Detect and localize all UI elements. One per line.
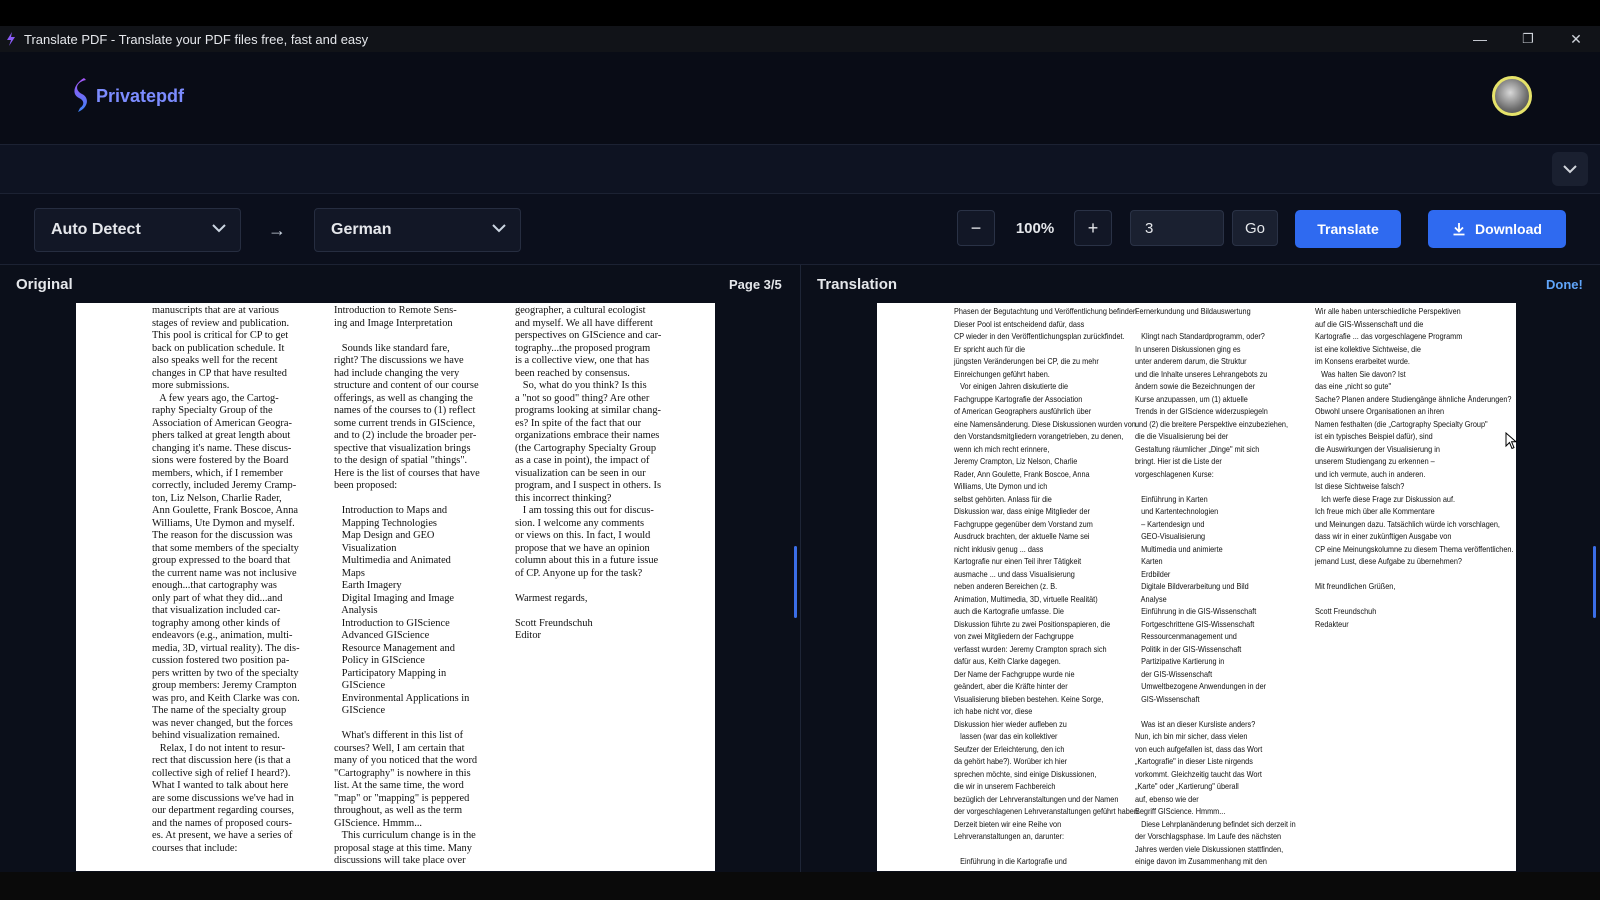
page-number-input[interactable] [1130,210,1224,246]
brand-name: Privatepdf [96,85,185,106]
original-document-page[interactable]: manuscripts that are at various stages o… [76,303,715,871]
close-button[interactable]: ✕ [1552,26,1600,52]
app-header: Privatepdf [0,52,1600,145]
translation-column-3: Wir alle haben unterschiedliche Perspekt… [1315,306,1516,629]
original-column-1: manuscripts that are at various stages o… [152,305,300,854]
options-band [0,145,1600,194]
translation-column-2: Fernerkundung und Bildauswertung Klingt … [1135,306,1296,866]
zoom-out-button[interactable]: − [957,210,995,246]
download-icon [1453,223,1465,236]
go-button[interactable]: Go [1232,210,1278,246]
zoom-level: 100% [1015,219,1055,237]
translation-document-page[interactable]: Phasen der Begutachtung und Veröffentlic… [877,303,1516,871]
minimize-button[interactable]: — [1456,26,1504,52]
brand-logo[interactable]: Privatepdf [72,78,184,114]
arrow-right-icon: → [268,220,286,240]
brand-mark-icon [74,78,87,112]
page-indicator: Page 3/5 [729,276,782,292]
restore-button[interactable]: ❐ [1504,26,1552,52]
chevron-down-icon [492,224,506,233]
source-language-value: Auto Detect [51,221,141,238]
mouse-cursor-icon [1505,432,1517,450]
app-logo-icon [7,32,15,46]
panel-divider [800,265,801,873]
screen-top-bar [0,0,1600,26]
user-avatar[interactable] [1492,76,1532,116]
translate-toolbar: Auto Detect → German − 100% + Go Transla… [0,194,1600,265]
download-label: Download [1475,221,1542,237]
window-title: Translate PDF - Translate your PDF files… [24,31,369,47]
target-language-select[interactable]: German [314,208,521,252]
collapse-toggle-button[interactable] [1552,152,1588,186]
chevron-down-icon [1563,164,1577,173]
zoom-in-button[interactable]: + [1074,210,1112,246]
translation-status: Done! [1546,276,1583,292]
source-language-select[interactable]: Auto Detect [34,208,241,252]
download-button[interactable]: Download [1428,210,1566,248]
translation-scrollbar[interactable] [1593,546,1596,618]
translation-column-1: Phasen der Begutachtung und Veröffentlic… [954,306,1140,866]
translation-panel-title: Translation [817,275,898,293]
original-column-2: Introduction to Remote Sens- ing and Ima… [334,305,480,866]
window-titlebar: Translate PDF - Translate your PDF files… [0,26,1600,52]
original-scrollbar[interactable] [794,546,797,618]
target-language-value: German [331,221,392,238]
original-column-3: geographer, a cultural ecologist and mys… [515,305,662,641]
original-panel-title: Original [16,275,73,293]
chevron-down-icon [212,224,226,233]
translate-button[interactable]: Translate [1295,210,1401,248]
screen-bottom-bar [0,872,1600,900]
